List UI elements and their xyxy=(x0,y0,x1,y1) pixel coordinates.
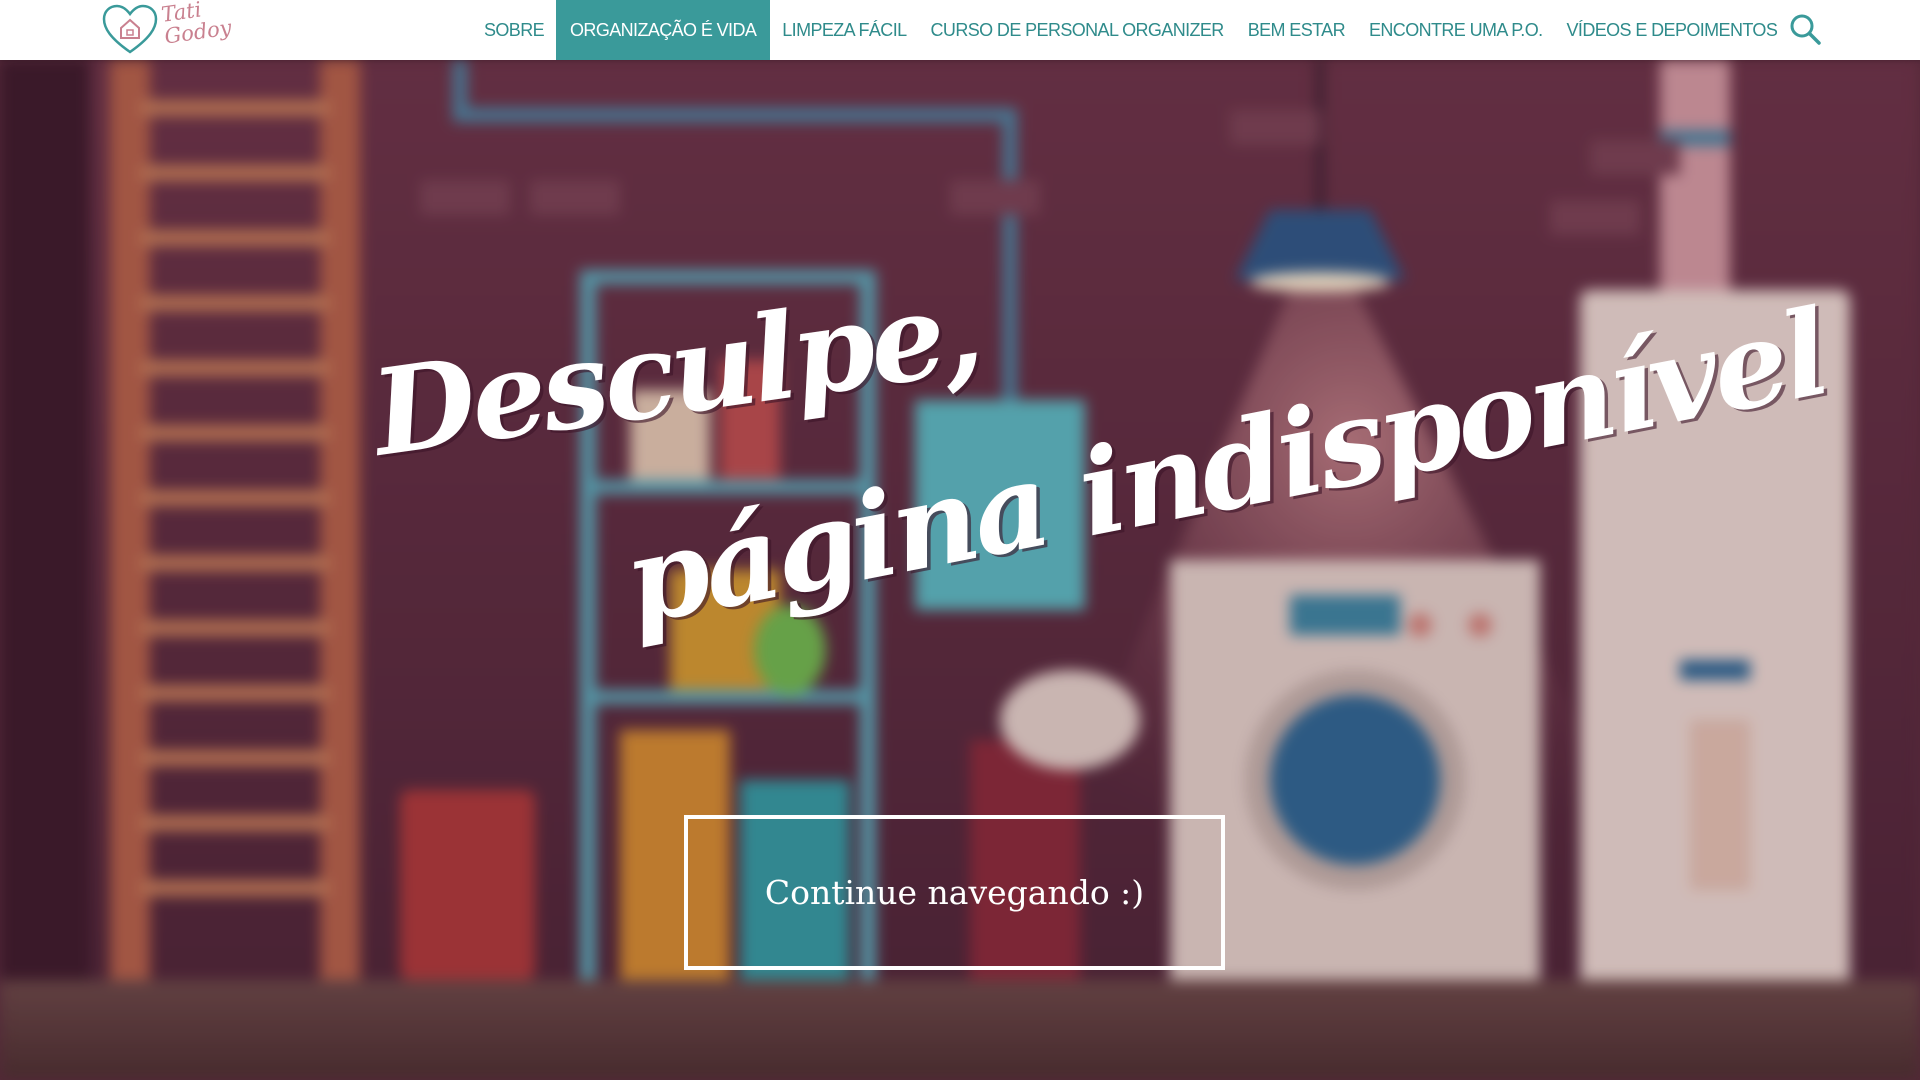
site-logo[interactable]: Tati Godoy xyxy=(100,0,240,58)
search-button[interactable] xyxy=(1786,10,1826,50)
nav-item-bem-estar[interactable]: BEM ESTAR xyxy=(1236,0,1357,60)
nav-item-limpeza-facil[interactable]: LIMPEZA FÁCIL xyxy=(770,0,918,60)
main-nav: SOBRE ORGANIZAÇÃO É VIDA LIMPEZA FÁCIL C… xyxy=(472,0,1789,60)
heart-house-icon xyxy=(102,4,158,54)
site-header: Tati Godoy SOBRE ORGANIZAÇÃO É VIDA LIMP… xyxy=(0,0,1920,60)
nav-item-curso-personal-organizer[interactable]: CURSO DE PERSONAL ORGANIZER xyxy=(919,0,1236,60)
nav-item-sobre[interactable]: SOBRE xyxy=(472,0,556,60)
nav-item-videos-e-depoimentos[interactable]: VÍDEOS E DEPOIMENTOS xyxy=(1555,0,1790,60)
error-hero: Desculpe, página indisponível Continue n… xyxy=(0,60,1920,1080)
nav-item-organizacao-e-vida[interactable]: ORGANIZAÇÃO É VIDA xyxy=(556,0,771,60)
search-icon xyxy=(1790,14,1821,45)
continue-browsing-button[interactable]: Continue navegando :) xyxy=(684,815,1225,970)
nav-item-encontre-uma-po[interactable]: ENCONTRE UMA P.O. xyxy=(1357,0,1555,60)
